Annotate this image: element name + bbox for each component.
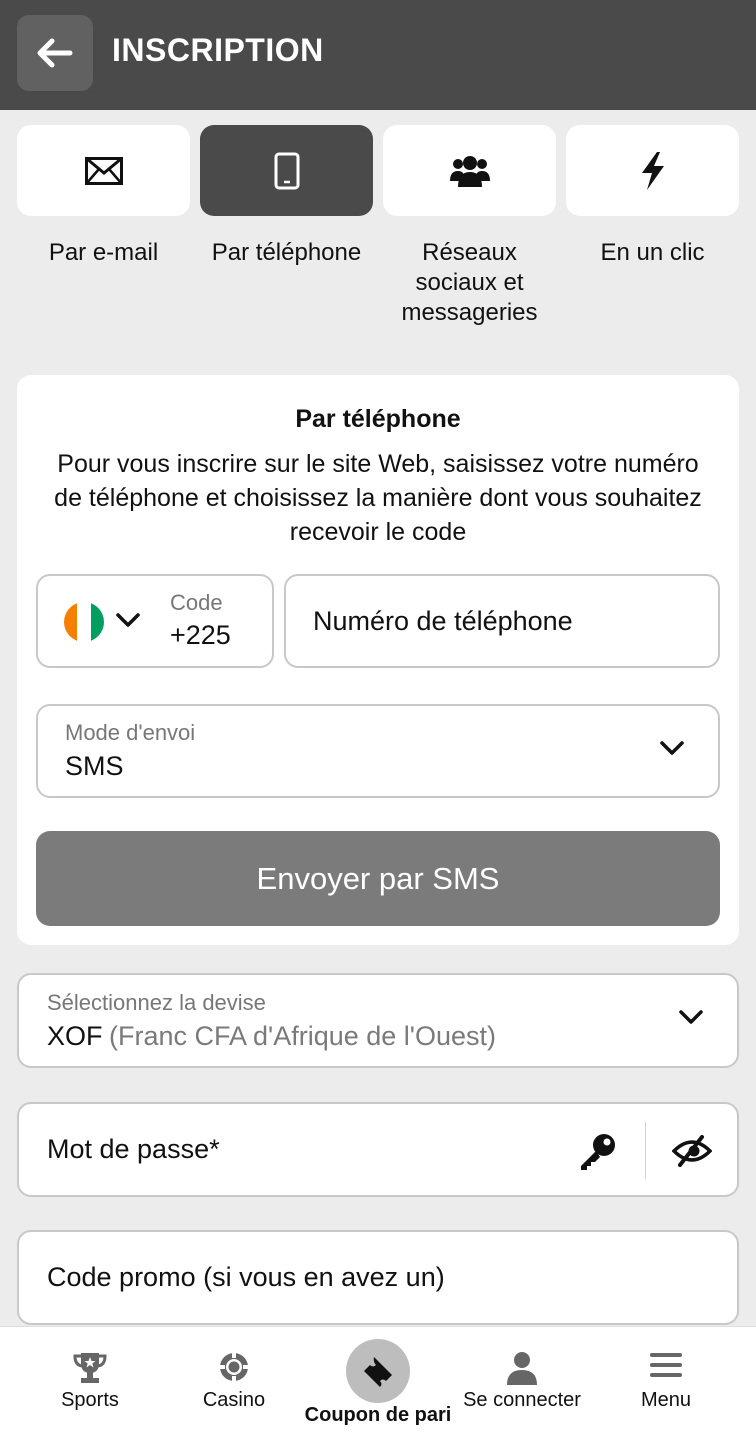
ticket-icon bbox=[364, 1357, 392, 1387]
method-social-button[interactable] bbox=[383, 125, 556, 216]
nav-casino-label: Casino bbox=[202, 1389, 266, 1411]
chevron-down-icon bbox=[660, 741, 684, 755]
envelope-icon bbox=[84, 156, 123, 185]
card-description: Pour vous inscrire sur le site Web, sais… bbox=[54, 450, 702, 546]
currency-code: XOF bbox=[47, 1021, 103, 1051]
generate-password-button[interactable] bbox=[575, 1128, 621, 1174]
nav-menu[interactable]: Menu bbox=[616, 1327, 716, 1436]
trophy-icon bbox=[73, 1353, 107, 1383]
method-email-label: Par e-mail bbox=[48, 239, 159, 266]
currency-caption: Sélectionnez la devise bbox=[47, 990, 266, 1015]
phone-number-input[interactable] bbox=[286, 576, 718, 666]
ivory-coast-flag-icon bbox=[64, 602, 104, 642]
phone-number-field[interactable] bbox=[284, 574, 720, 668]
nav-bet-slip-label: Coupon de pari bbox=[304, 1404, 452, 1426]
casino-chip-icon bbox=[219, 1352, 249, 1382]
bottom-navigation: Sports Casino Coupon de pari Se connecte… bbox=[0, 1326, 756, 1436]
method-one-click-label: En un clic bbox=[600, 239, 705, 266]
method-email[interactable]: Par e-mail bbox=[17, 125, 190, 268]
send-sms-button[interactable]: Envoyer par SMS bbox=[36, 831, 720, 926]
nav-sports[interactable]: Sports bbox=[40, 1327, 140, 1436]
password-separator bbox=[645, 1122, 646, 1179]
method-social-label: Réseaux sociaux et messageries bbox=[401, 239, 538, 326]
key-icon bbox=[581, 1134, 615, 1170]
password-field[interactable] bbox=[17, 1102, 739, 1197]
code-value: +225 bbox=[170, 620, 231, 650]
people-icon bbox=[449, 155, 490, 187]
phone-registration-card: Par téléphone Pour vous inscrire sur le … bbox=[17, 375, 739, 945]
chevron-down-icon bbox=[679, 1010, 703, 1024]
user-icon bbox=[507, 1352, 537, 1385]
method-one-click[interactable]: En un clic bbox=[566, 125, 739, 268]
nav-login-label: Se connecter bbox=[463, 1389, 581, 1411]
back-button[interactable] bbox=[17, 15, 93, 91]
nav-menu-label: Menu bbox=[640, 1389, 692, 1411]
method-phone-label: Par téléphone bbox=[211, 239, 362, 266]
back-arrow-icon bbox=[37, 38, 73, 68]
send-mode-caption: Mode d'envoi bbox=[65, 720, 196, 745]
nav-casino[interactable]: Casino bbox=[184, 1327, 284, 1436]
method-phone[interactable]: Par téléphone bbox=[200, 125, 373, 268]
password-input[interactable] bbox=[19, 1104, 579, 1195]
top-bar: INSCRIPTION bbox=[0, 0, 756, 110]
currency-select[interactable]: Sélectionnez la devise XOF (Franc CFA d'… bbox=[17, 973, 739, 1068]
method-phone-button[interactable] bbox=[200, 125, 373, 216]
method-social[interactable]: Réseaux sociaux et messageries bbox=[383, 125, 556, 328]
nav-sports-label: Sports bbox=[61, 1389, 119, 1411]
currency-name: (Franc CFA d'Afrique de l'Ouest) bbox=[109, 1021, 496, 1051]
lightning-icon bbox=[641, 151, 664, 190]
toggle-password-visibility-button[interactable] bbox=[669, 1128, 715, 1174]
promo-code-field[interactable] bbox=[17, 1230, 739, 1325]
send-mode-select[interactable]: Mode d'envoi SMS bbox=[36, 704, 720, 798]
page-title: INSCRIPTION bbox=[112, 32, 324, 68]
chevron-down-icon bbox=[116, 613, 140, 627]
country-code-select[interactable]: Code +225 bbox=[36, 574, 274, 668]
promo-code-input[interactable] bbox=[19, 1232, 737, 1323]
method-email-button[interactable] bbox=[17, 125, 190, 216]
code-caption: Code bbox=[170, 590, 223, 615]
bet-slip-badge bbox=[346, 1339, 410, 1403]
registration-methods: Par e-mail Par téléphone Réseaux sociaux… bbox=[17, 125, 739, 335]
send-mode-value: SMS bbox=[65, 751, 124, 781]
card-title: Par téléphone bbox=[295, 405, 461, 433]
nav-bet-slip[interactable]: Coupon de pari bbox=[305, 1327, 451, 1436]
phone-icon bbox=[274, 152, 299, 189]
method-one-click-button[interactable] bbox=[566, 125, 739, 216]
hamburger-menu-icon bbox=[650, 1353, 682, 1377]
nav-login[interactable]: Se connecter bbox=[463, 1327, 581, 1436]
eye-slash-icon bbox=[672, 1135, 712, 1167]
